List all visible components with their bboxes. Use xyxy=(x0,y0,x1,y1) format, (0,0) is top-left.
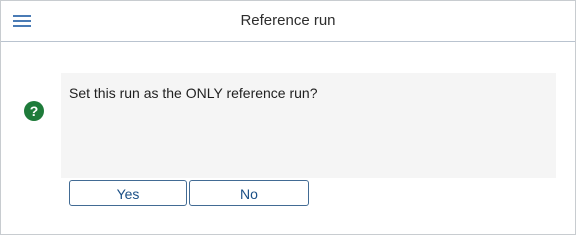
dialog-titlebar: Reference run xyxy=(1,1,575,42)
dialog-title: Reference run xyxy=(240,12,336,29)
no-button[interactable]: No xyxy=(189,180,309,206)
confirmation-dialog: Reference run ? Set this run as the ONLY… xyxy=(0,0,576,235)
message-text: Set this run as the ONLY reference run? xyxy=(69,85,318,101)
yes-button[interactable]: Yes xyxy=(69,180,187,206)
message-panel: Set this run as the ONLY reference run? xyxy=(61,73,556,178)
question-icon: ? xyxy=(24,101,44,121)
